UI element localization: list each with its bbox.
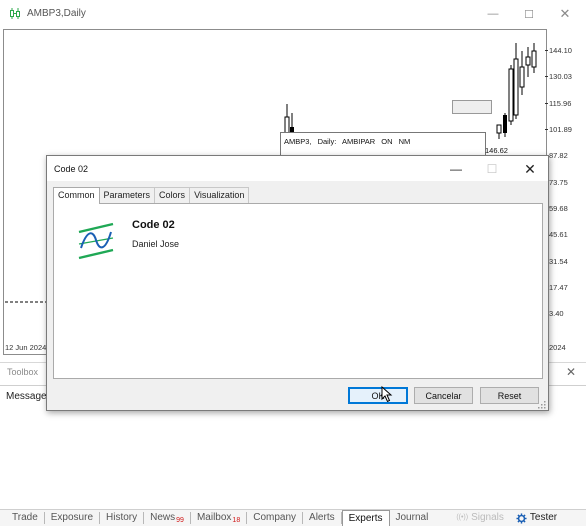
price-label: 87.82	[549, 151, 568, 160]
indicator-price-label: 146.62	[485, 146, 508, 155]
time-axis-label: 2024	[549, 343, 566, 352]
ok-button[interactable]: OK	[348, 387, 408, 404]
message-column-header[interactable]: Message	[6, 391, 47, 402]
price-label: 101.89	[549, 125, 572, 134]
chart-object-label[interactable]	[452, 100, 492, 114]
price-label: 45.61	[549, 230, 568, 239]
tab-experts[interactable]: Experts	[341, 509, 390, 526]
minimize-icon[interactable]: —	[445, 161, 467, 177]
price-label: 115.96	[549, 99, 572, 108]
tab-common[interactable]: Common	[53, 187, 100, 204]
price-label: 73.75	[549, 178, 568, 187]
maximize-icon[interactable]: ☐	[519, 5, 539, 23]
indicator-author: Daniel Jose	[132, 239, 180, 249]
resize-grip-icon[interactable]	[537, 400, 547, 410]
candle	[531, 50, 537, 68]
cancel-button[interactable]: Cancelar	[414, 387, 473, 404]
maximize-icon: ☐	[486, 162, 498, 176]
close-icon[interactable]: ✕	[519, 161, 541, 177]
candle	[496, 124, 502, 134]
time-axis-label: 12 Jun 2024	[5, 343, 47, 352]
tab-history[interactable]: History	[100, 512, 145, 524]
dialog-title: Code 02	[54, 164, 89, 174]
candle	[519, 66, 525, 88]
tab-company[interactable]: Company	[247, 512, 304, 524]
tab-visualization[interactable]: Visualization	[189, 187, 250, 203]
close-icon[interactable]: ✕	[566, 365, 576, 379]
price-scale[interactable]: 144.10 130.03 115.96 101.89 87.82 73.75 …	[545, 29, 586, 355]
tab-trade[interactable]: Trade	[6, 512, 45, 524]
indicator-properties-dialog: Code 02 — ☐ ✕ Common Parameters Colors V…	[46, 155, 549, 411]
tab-exposure[interactable]: Exposure	[45, 512, 101, 524]
candle	[525, 56, 531, 66]
toolbox-tabs: Trade Exposure History News 99 Mailbox 18 …	[0, 509, 586, 526]
tab-journal[interactable]: Journal	[390, 512, 435, 524]
tab-alerts[interactable]: Alerts	[303, 512, 342, 524]
price-tick	[545, 129, 548, 130]
price-label: 59.68	[549, 204, 568, 213]
tab-parameters[interactable]: Parameters	[98, 187, 156, 203]
dialog-titlebar[interactable]: Code 02 — ☐ ✕	[47, 156, 548, 181]
indicator-icon	[78, 222, 114, 260]
dialog-tabs: Common Parameters Colors Visualization	[53, 187, 250, 204]
mailbox-count-badge: 18	[232, 517, 241, 524]
chart-title: AMBP3,Daily	[27, 8, 86, 19]
candle	[284, 116, 290, 134]
toolbox-title: Toolbox	[7, 367, 39, 377]
price-tick	[545, 76, 548, 77]
common-tab-panel: Code 02 Daniel Jose	[53, 203, 543, 379]
candle	[513, 58, 519, 116]
mouse-pointer-icon	[381, 386, 393, 403]
chart-titlebar: AMBP3,Daily — ☐ ✕	[0, 0, 586, 28]
candle	[503, 115, 507, 133]
reset-button[interactable]: Reset	[480, 387, 539, 404]
price-label: 130.03	[549, 72, 572, 81]
close-icon[interactable]: ✕	[555, 5, 575, 23]
signals-icon: ((•))	[456, 514, 469, 521]
indicator-info-text: AMBP3, Daily: AMBIPAR ON NM	[284, 137, 411, 146]
tab-mailbox[interactable]: Mailbox 18	[191, 512, 248, 524]
price-tick	[545, 103, 548, 104]
indicator-name: Code 02	[132, 219, 175, 231]
tab-news[interactable]: News 99	[144, 512, 191, 524]
price-label: 17.47	[549, 283, 568, 292]
price-label: 31.54	[549, 257, 568, 266]
candle	[508, 68, 514, 122]
gear-icon	[516, 513, 527, 524]
tab-tester[interactable]: Tester	[510, 512, 563, 524]
minimize-icon[interactable]: —	[483, 5, 503, 23]
price-label: 3.40	[549, 309, 564, 318]
news-count-badge: 99	[176, 517, 184, 524]
tab-signals[interactable]: ((•)) Signals	[450, 512, 510, 524]
price-tick	[545, 50, 548, 51]
tab-colors[interactable]: Colors	[154, 187, 191, 203]
candlestick-app-icon	[10, 8, 20, 19]
price-label: 144.10	[549, 46, 572, 55]
